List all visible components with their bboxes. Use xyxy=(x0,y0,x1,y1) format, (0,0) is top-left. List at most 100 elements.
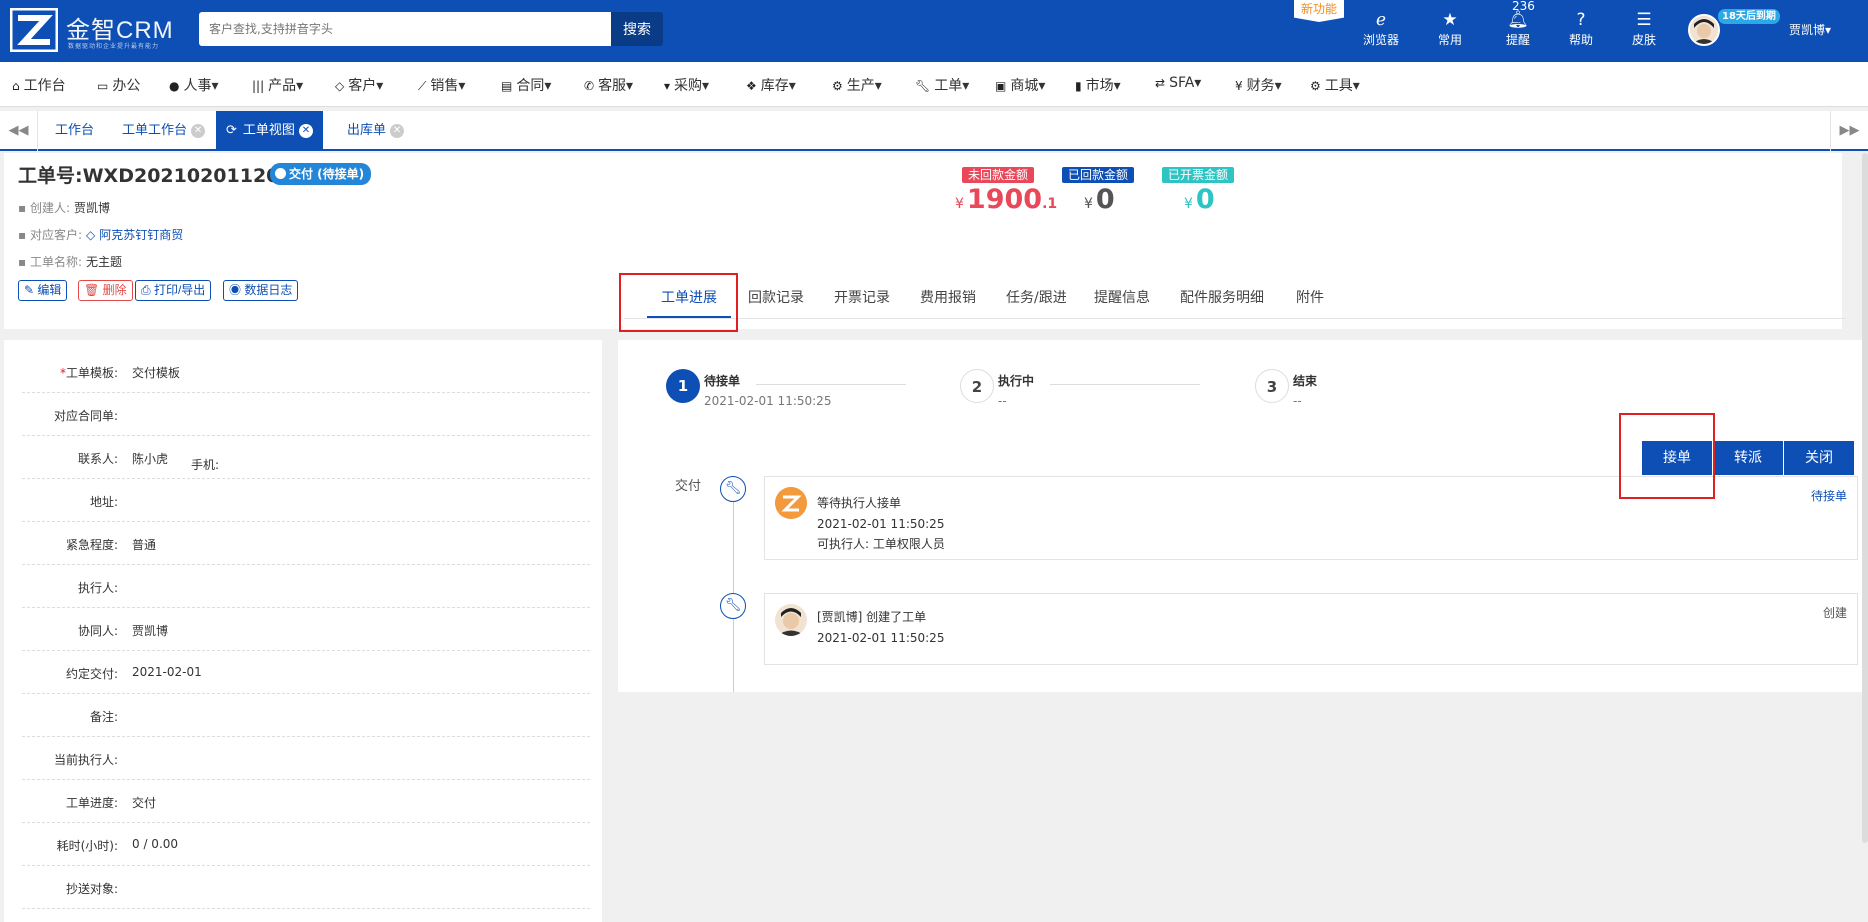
favorites-button[interactable]: ★ 常用 xyxy=(1426,9,1474,48)
menu-tools[interactable]: ⚙ 工具▾ xyxy=(1310,75,1360,95)
cart-icon: ▾ xyxy=(664,79,671,93)
page-scrollbar[interactable] xyxy=(1862,153,1868,843)
menu-service[interactable]: ✆ 客服▾ xyxy=(584,75,633,95)
creator-row: ▪ 创建人: 贾凯博 xyxy=(18,201,111,215)
skin-button[interactable]: ☰ 皮肤 xyxy=(1620,9,1668,48)
trash-icon: 🗑︎ xyxy=(84,283,103,297)
browser-button[interactable]: ℯ 浏览器 xyxy=(1357,9,1405,48)
menu-finance[interactable]: ¥ 财务▾ xyxy=(1235,75,1282,95)
menu-workorder[interactable]: 🔧︎ 工单▾ xyxy=(915,75,969,95)
reminder-button[interactable]: 🔔︎ 提醒 xyxy=(1494,9,1542,48)
app-logo[interactable]: 金智CRM 数据驱动和企业提升最有能力 xyxy=(10,8,180,52)
help-button[interactable]: ? 帮助 xyxy=(1557,9,1605,48)
step-2-circle: 2 xyxy=(960,369,994,403)
step-1-time: 2021-02-01 11:50:25 xyxy=(704,394,832,408)
refresh-icon[interactable]: ⟳ xyxy=(226,123,237,138)
transfer-button[interactable]: 转派 xyxy=(1713,441,1783,475)
home-icon: ⌂ xyxy=(12,79,20,93)
form-row-contact: 联系人: 陈小虎 手机: xyxy=(22,436,590,479)
data-log-button[interactable]: ◉ 数据日志 xyxy=(223,280,299,301)
paid-amount-label: 已回款金额 xyxy=(1062,167,1135,183)
timeline-stage-label: 交付 xyxy=(675,479,702,494)
tab-outbound-order[interactable]: 出库单 ✕ xyxy=(337,111,414,151)
workorder-number: 工单号:WXD2021020112002 xyxy=(18,165,306,187)
tab-invoice-records[interactable]: 开票记录 xyxy=(834,287,890,307)
menu-workbench[interactable]: ⌂ 工作台 xyxy=(12,75,66,95)
tab-parts-service[interactable]: 配件服务明细 xyxy=(1180,287,1264,307)
tab-reminders[interactable]: 提醒信息 xyxy=(1094,287,1150,307)
menu-sfa[interactable]: ⇄ SFA▾ xyxy=(1155,75,1201,91)
customer-row: ▪ 对应客户: ◇ 阿克苏钉钉商贸 xyxy=(18,228,184,242)
progress-panel: 1 待接单 2021-02-01 11:50:25 2 执行中 -- 3 结束 … xyxy=(618,340,1868,692)
menu-product[interactable]: ||| 产品▾ xyxy=(252,75,303,95)
customer-search-input[interactable] xyxy=(199,12,611,46)
tab-workorder-workbench[interactable]: 工单工作台 ✕ xyxy=(112,111,215,151)
menu-inventory[interactable]: ❖ 库存▾ xyxy=(746,75,796,95)
main-menu: ⌂ 工作台 ▭ 办公 ● 人事▾ ||| 产品▾ ◇ 客户▾ ⟋ 销售▾ ▤ 合同▾ ✆ 客服▾… xyxy=(0,62,1868,107)
reminder-count: 236 xyxy=(1512,0,1535,13)
workorder-header: 工单号:WXD2021020112002 交付 (待接单) ▪ 创建人: 贾凯博 … xyxy=(4,153,1846,329)
menu-office[interactable]: ▭ 办公 xyxy=(97,75,140,95)
step-2-name: 执行中 xyxy=(998,374,1035,388)
menu-hr[interactable]: ● 人事▾ xyxy=(169,75,219,95)
user-avatar[interactable] xyxy=(1688,14,1720,46)
close-button[interactable]: 关闭 xyxy=(1784,441,1854,475)
step-3-name: 结束 xyxy=(1293,374,1318,388)
menu-customer[interactable]: ◇ 客户▾ xyxy=(335,75,383,95)
current-user-menu[interactable]: 贾凯博▾ xyxy=(1789,21,1831,38)
system-avatar-icon xyxy=(775,487,807,519)
gear-icon: ⚙ xyxy=(1310,79,1321,93)
wrench-icon: 🔧︎ xyxy=(720,593,746,619)
tabs-scroll-left-icon[interactable]: ◀◀ xyxy=(0,111,38,151)
tab-expense[interactable]: 费用报销 xyxy=(920,287,976,307)
new-feature-badge[interactable]: 新功能 xyxy=(1294,0,1344,22)
logo-mark-icon xyxy=(10,8,58,52)
menu-market[interactable]: ▮ 市场▾ xyxy=(1075,75,1121,95)
close-tab-icon[interactable]: ✕ xyxy=(191,123,206,138)
form-row-executor: 执行人: xyxy=(22,565,590,608)
highlight-box-tab xyxy=(619,273,738,332)
form-row-due-date: 约定交付: 2021-02-01 xyxy=(22,651,590,694)
delete-button[interactable]: 🗑︎ 删除 xyxy=(78,280,133,301)
menu-contract[interactable]: ▤ 合同▾ xyxy=(501,75,551,95)
highlight-box-accept xyxy=(1619,413,1715,499)
tab-payment-records[interactable]: 回款记录 xyxy=(748,287,804,307)
customer-link[interactable]: 阿克苏钉钉商贸 xyxy=(99,228,183,242)
edit-icon: ✎ xyxy=(24,283,38,297)
tab-attachments[interactable]: 附件 xyxy=(1296,287,1324,307)
tabs-scroll-right-icon[interactable]: ▶▶ xyxy=(1830,111,1868,151)
trial-expiry-badge: 18天后到期 xyxy=(1718,9,1780,24)
menu-mall[interactable]: ▣ 商城▾ xyxy=(995,75,1045,95)
star-icon: ★ xyxy=(1442,10,1458,30)
wrench-icon: 🔧︎ xyxy=(915,79,931,93)
close-tab-icon[interactable]: ✕ xyxy=(298,123,313,138)
menu-production[interactable]: ⚙ 生产▾ xyxy=(832,75,882,95)
avatar-face-icon xyxy=(1690,16,1718,44)
page-tabs: ◀◀ 工作台 工单工作台 ✕ ⟳ 工单视图 ✕ 出库单 ✕ ▶▶ xyxy=(0,111,1868,151)
barcode-icon: ||| xyxy=(252,79,265,93)
contract-icon: ▤ xyxy=(501,79,513,93)
tab-workorder-view[interactable]: ⟳ 工单视图 ✕ xyxy=(216,111,323,151)
search-button[interactable]: 搜索 xyxy=(611,12,663,46)
close-tab-icon[interactable]: ✕ xyxy=(390,123,405,138)
users-icon: ● xyxy=(169,79,180,93)
ie-browser-icon: ℯ xyxy=(1375,10,1387,30)
step-1-circle: 1 xyxy=(666,369,700,403)
menu-purchase[interactable]: ▾ 采购▾ xyxy=(664,75,709,95)
tab-tasks[interactable]: 任务/跟进 xyxy=(1006,287,1067,307)
wrench-icon: 🔧︎ xyxy=(720,476,746,502)
form-row-urgency: 紧急程度: 普通 xyxy=(22,522,590,565)
top-header: 金智CRM 数据驱动和企业提升最有能力 搜索 新功能 ℯ 浏览器 ★ 常用 🔔︎… xyxy=(0,0,1868,62)
yen-icon: ¥ xyxy=(1235,79,1243,93)
phone-icon: ✆ xyxy=(584,79,595,93)
form-row-collaborator: 协同人: 贾凯博 xyxy=(22,608,590,651)
diamond-icon: ◇ xyxy=(86,228,96,242)
tab-workbench[interactable]: 工作台 xyxy=(45,111,104,151)
step-connector xyxy=(756,384,906,385)
menu-sales[interactable]: ⟋ 销售▾ xyxy=(418,75,465,95)
status-badge: 交付 (待接单) xyxy=(270,163,372,185)
edit-button[interactable]: ✎ 编辑 xyxy=(18,280,68,301)
print-export-button[interactable]: ⎙ 打印/导出 xyxy=(135,280,212,301)
timeline-event-created: [贾凯博] 创建了工单 2021-02-01 11:50:25 创建 xyxy=(764,593,1858,665)
print-icon: ⎙ xyxy=(141,283,154,297)
